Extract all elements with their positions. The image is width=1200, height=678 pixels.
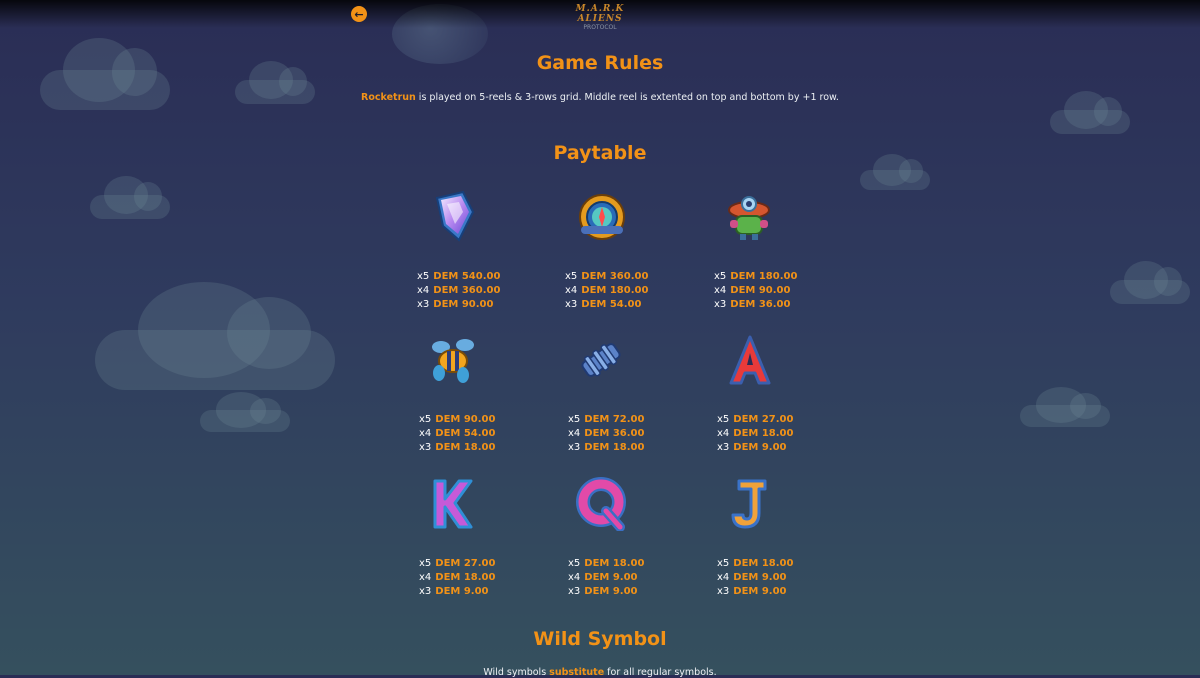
pay-values: x5 DEM 27.00 x4 DEM 18.00 x3 DEM 9.00 bbox=[717, 413, 793, 455]
crystal-gem-icon bbox=[435, 190, 475, 242]
multiplier-label: x4 bbox=[717, 428, 730, 439]
multiplier-label: x5 bbox=[568, 414, 581, 425]
multiplier-label: x3 bbox=[714, 299, 727, 310]
multiplier-label: x4 bbox=[565, 285, 578, 296]
multiplier-label: x4 bbox=[714, 285, 727, 296]
rules-content: Game Rules Rocketrun is played on 5-reel… bbox=[0, 0, 1200, 678]
pay-amount: DEM 18.00 bbox=[584, 558, 645, 569]
multiplier-label: x5 bbox=[717, 414, 730, 425]
pay-amount: DEM 27.00 bbox=[733, 414, 794, 425]
pay-amount: DEM 9.00 bbox=[435, 586, 489, 597]
letter-a-icon bbox=[729, 335, 771, 385]
pay-amount: DEM 90.00 bbox=[435, 414, 496, 425]
pay-values: x5 DEM 360.00 x4 DEM 180.00 x3 DEM 54.00 bbox=[565, 270, 648, 312]
rules-description: Rocketrun is played on 5-reels & 3-rows … bbox=[0, 92, 1200, 103]
pay-amount: DEM 9.00 bbox=[733, 442, 787, 453]
pay-amount: DEM 9.00 bbox=[584, 586, 638, 597]
pay-values: x5 DEM 180.00 x4 DEM 90.00 x3 DEM 36.00 bbox=[714, 270, 797, 312]
letter-k-icon bbox=[433, 479, 473, 529]
multiplier-label: x5 bbox=[419, 558, 432, 569]
multiplier-label: x4 bbox=[419, 428, 432, 439]
multiplier-label: x5 bbox=[419, 414, 432, 425]
pay-amount: DEM 36.00 bbox=[584, 428, 645, 439]
pay-values: x5 DEM 72.00 x4 DEM 36.00 x3 DEM 18.00 bbox=[568, 413, 644, 455]
multiplier-label: x3 bbox=[717, 442, 730, 453]
paytable-title: Paytable bbox=[553, 142, 647, 164]
game-name: Rocketrun bbox=[361, 92, 416, 103]
multiplier-label: x3 bbox=[568, 586, 581, 597]
pay-values: x5 DEM 540.00 x4 DEM 360.00 x3 DEM 90.00 bbox=[417, 270, 500, 312]
pay-amount: DEM 540.00 bbox=[433, 271, 501, 282]
pay-amount: DEM 27.00 bbox=[435, 558, 496, 569]
alien-robot-icon bbox=[728, 196, 770, 240]
pay-amount: DEM 180.00 bbox=[730, 271, 798, 282]
pay-values: x5 DEM 18.00 x4 DEM 9.00 x3 DEM 9.00 bbox=[568, 557, 644, 599]
pay-values: x5 DEM 18.00 x4 DEM 9.00 x3 DEM 9.00 bbox=[717, 557, 793, 599]
pay-amount: DEM 360.00 bbox=[581, 271, 649, 282]
pay-amount: DEM 36.00 bbox=[730, 299, 791, 310]
pay-amount: DEM 9.00 bbox=[733, 572, 787, 583]
pay-amount: DEM 9.00 bbox=[584, 572, 638, 583]
pay-amount: DEM 18.00 bbox=[584, 442, 645, 453]
multiplier-label: x4 bbox=[417, 285, 430, 296]
compass-icon bbox=[579, 194, 625, 240]
cannon-barrel-icon bbox=[581, 343, 621, 377]
multiplier-label: x5 bbox=[417, 271, 430, 282]
wild-symbol-title: Wild Symbol bbox=[533, 628, 667, 650]
multiplier-label: x3 bbox=[419, 442, 432, 453]
rules-text: is played on 5-reels & 3-rows grid. Midd… bbox=[415, 92, 839, 103]
pay-amount: DEM 72.00 bbox=[584, 414, 645, 425]
pay-amount: DEM 18.00 bbox=[435, 442, 496, 453]
game-rules-title: Game Rules bbox=[536, 52, 664, 74]
pay-amount: DEM 90.00 bbox=[433, 299, 494, 310]
multiplier-label: x5 bbox=[717, 558, 730, 569]
multiplier-label: x3 bbox=[568, 442, 581, 453]
multiplier-label: x4 bbox=[717, 572, 730, 583]
wild-description: Wild symbols substitute for all regular … bbox=[0, 667, 1200, 678]
wild-text-pre: Wild symbols bbox=[483, 667, 550, 678]
bee-drone-icon bbox=[432, 339, 474, 383]
multiplier-label: x5 bbox=[568, 558, 581, 569]
pay-amount: DEM 18.00 bbox=[733, 558, 794, 569]
multiplier-label: x3 bbox=[565, 299, 578, 310]
multiplier-label: x5 bbox=[565, 271, 578, 282]
wild-text-post: for all regular symbols. bbox=[604, 667, 717, 678]
pay-amount: DEM 360.00 bbox=[433, 285, 501, 296]
pay-amount: DEM 54.00 bbox=[581, 299, 642, 310]
multiplier-label: x4 bbox=[568, 572, 581, 583]
pay-amount: DEM 90.00 bbox=[730, 285, 791, 296]
multiplier-label: x5 bbox=[714, 271, 727, 282]
pay-values: x5 DEM 90.00 x4 DEM 54.00 x3 DEM 18.00 bbox=[419, 413, 495, 455]
pay-amount: DEM 54.00 bbox=[435, 428, 496, 439]
letter-q-icon bbox=[576, 477, 626, 531]
pay-amount: DEM 9.00 bbox=[733, 586, 787, 597]
pay-amount: DEM 180.00 bbox=[581, 285, 649, 296]
multiplier-label: x3 bbox=[717, 586, 730, 597]
letter-j-icon bbox=[731, 479, 767, 529]
multiplier-label: x4 bbox=[419, 572, 432, 583]
multiplier-label: x3 bbox=[419, 586, 432, 597]
pay-amount: DEM 18.00 bbox=[435, 572, 496, 583]
multiplier-label: x4 bbox=[568, 428, 581, 439]
pay-amount: DEM 18.00 bbox=[733, 428, 794, 439]
wild-text-accent: substitute bbox=[549, 667, 605, 678]
multiplier-label: x3 bbox=[417, 299, 430, 310]
pay-values: x5 DEM 27.00 x4 DEM 18.00 x3 DEM 9.00 bbox=[419, 557, 495, 599]
